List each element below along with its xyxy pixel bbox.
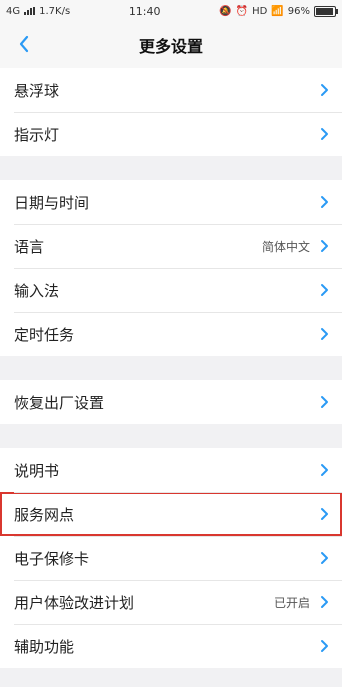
chevron-right-icon	[321, 640, 328, 652]
settings-item[interactable]: 用户体验改进计划 已开启	[0, 580, 342, 624]
settings-item-label: 悬浮球	[14, 81, 60, 100]
settings-item-right	[320, 83, 330, 97]
settings-item-right	[320, 507, 330, 521]
settings-item-right	[320, 639, 330, 653]
chevron-right-icon	[321, 596, 328, 608]
network-type: 4G	[6, 5, 21, 17]
battery-icon	[313, 5, 338, 17]
network-speed: 1.7K/s	[39, 5, 71, 17]
settings-item[interactable]: 电子保修卡	[0, 536, 342, 580]
battery-fill	[315, 7, 334, 15]
chevron-right-icon	[321, 396, 328, 408]
settings-item-label: 用户体验改进计划	[14, 593, 135, 612]
chevron-right-icon	[321, 284, 328, 296]
status-left: 4G 1.7K/s	[6, 6, 70, 17]
chevron-right-icon	[321, 84, 328, 96]
chevron-left-icon[interactable]	[14, 33, 36, 55]
settings-item-right	[320, 463, 330, 477]
settings-item[interactable]: 悬浮球	[0, 68, 342, 112]
status-bar: 4G 1.7K/s 11:40 🔕 ⏰ HD 📶 96%	[0, 0, 342, 22]
settings-item-label: 定时任务	[14, 325, 75, 344]
chevron-right-icon	[321, 240, 328, 252]
settings-item-label: 说明书	[14, 461, 60, 480]
wifi-icon: 📶	[271, 5, 284, 17]
settings-item-right: 已开启	[274, 594, 330, 611]
mute-icon: 🔕	[219, 5, 232, 17]
chevron-right-icon	[321, 328, 328, 340]
settings-item-value: 已开启	[273, 595, 310, 610]
settings-item[interactable]: 辅助功能	[0, 624, 342, 668]
settings-item-label: 指示灯	[14, 125, 60, 144]
settings-item-value: 简体中文	[261, 239, 310, 254]
settings-item-label: 恢复出厂设置	[14, 393, 105, 412]
settings-item[interactable]: 服务网点	[0, 492, 342, 536]
status-right: 🔕 ⏰ HD 📶 96%	[219, 5, 338, 17]
settings-item-right	[320, 327, 330, 341]
settings-item[interactable]: 指示灯	[0, 112, 342, 156]
settings-item-right	[320, 195, 330, 209]
settings-list: 悬浮球指示灯日期与时间语言 简体中文输入法定时任务恢复出厂设置 说明书服务网点电子保…	[0, 68, 342, 668]
settings-item[interactable]: 语言 简体中文	[0, 224, 342, 268]
settings-item[interactable]: 说明书	[0, 448, 342, 492]
battery-percent: 96%	[287, 5, 310, 17]
settings-group: 日期与时间语言 简体中文输入法定时任务	[0, 180, 342, 356]
settings-item[interactable]: 输入法	[0, 268, 342, 312]
settings-item[interactable]: 定时任务	[0, 312, 342, 356]
settings-item-label: 辅助功能	[14, 637, 75, 656]
settings-item-label: 服务网点	[14, 505, 75, 524]
chevron-right-icon	[321, 464, 328, 476]
settings-item-label: 电子保修卡	[14, 549, 90, 568]
settings-group: 悬浮球 指示灯	[0, 68, 342, 156]
settings-group: 说明书服务网点电子保修卡用户体验改进计划 已开启辅助功能	[0, 448, 342, 668]
alarm-icon: ⏰	[235, 5, 249, 17]
chevron-right-icon	[321, 552, 328, 564]
chevron-right-icon	[321, 508, 328, 520]
settings-item-right	[320, 551, 330, 565]
chevron-right-icon	[321, 128, 328, 140]
settings-item-label: 语言	[14, 237, 45, 256]
page-title: 更多设置	[138, 37, 203, 56]
settings-group: 恢复出厂设置	[0, 380, 342, 424]
settings-item-right	[320, 127, 330, 141]
status-time: 11:40	[128, 4, 161, 18]
settings-item-right	[320, 395, 330, 409]
settings-item[interactable]: 日期与时间	[0, 180, 342, 224]
signal-icon	[24, 7, 36, 15]
hd-label: HD	[252, 5, 268, 17]
settings-item-right	[320, 283, 330, 297]
top-nav: 更多设置	[0, 22, 342, 68]
settings-item[interactable]: 恢复出厂设置	[0, 380, 342, 424]
settings-item-right: 简体中文	[262, 238, 330, 255]
settings-item-label: 输入法	[14, 281, 60, 300]
settings-item-label: 日期与时间	[14, 193, 90, 212]
chevron-right-icon	[321, 196, 328, 208]
